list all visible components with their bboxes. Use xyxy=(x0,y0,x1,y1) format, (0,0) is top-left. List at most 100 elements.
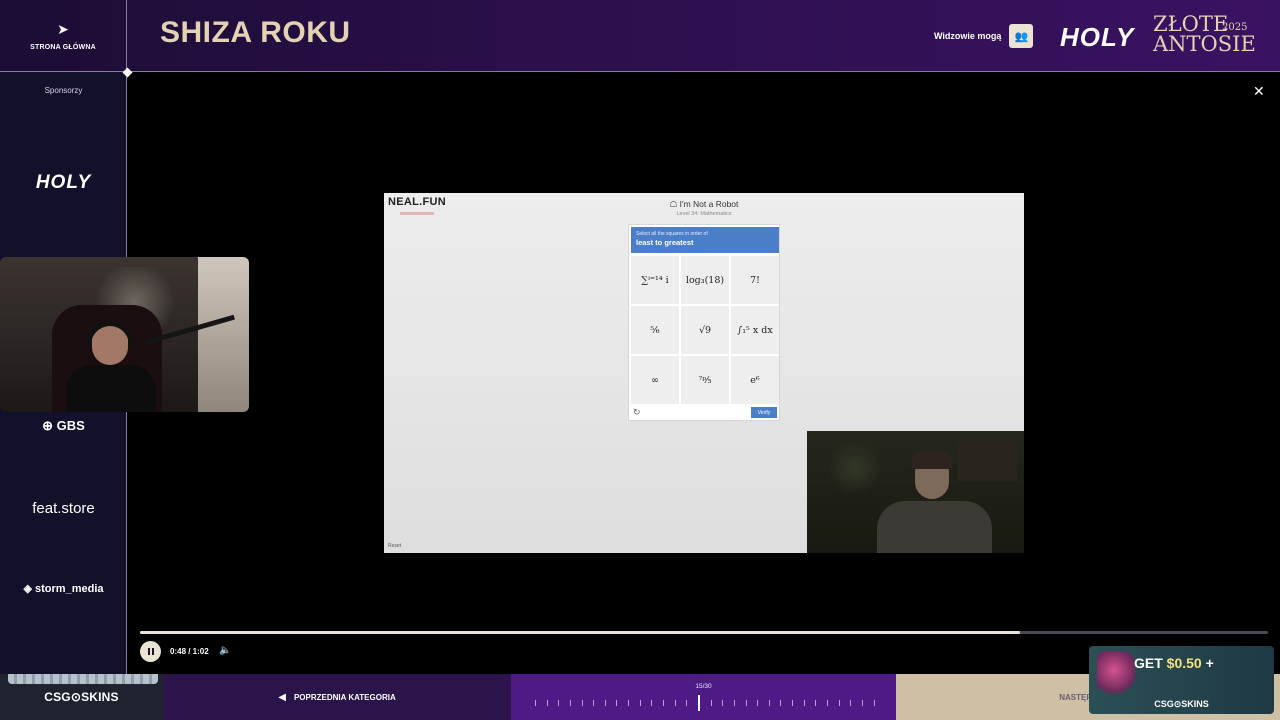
previous-category-label: POPRZEDNIA KATEGORIA xyxy=(293,692,396,702)
captcha-cell[interactable]: ∫₁⁵ x dx xyxy=(731,306,779,354)
category-tick xyxy=(815,700,817,706)
category-tick xyxy=(569,700,571,706)
sponsor-gbs-label: GBS xyxy=(56,418,85,433)
frost-decoration xyxy=(8,674,158,684)
event-logo: HOLY ZŁOTE ANTOSIE 2025 xyxy=(1060,12,1260,60)
captcha-cell[interactable]: ∞ xyxy=(631,356,679,404)
users-icon: 👥 xyxy=(1014,30,1029,43)
category-tick xyxy=(651,700,653,706)
category-tick xyxy=(581,700,583,706)
game-title-text: I'm Not a Robot xyxy=(679,199,739,209)
category-tick xyxy=(710,700,712,706)
captcha-footer: ↻ Verify xyxy=(631,407,779,421)
captcha-instruction: Select all the squares in order of xyxy=(636,231,708,237)
viewers-label: Widzowie mogą xyxy=(934,31,1002,41)
category-tick xyxy=(674,700,676,706)
category-tick xyxy=(663,700,665,706)
cam-person-body xyxy=(66,365,156,412)
app-root: ➤ STRONA GŁÓWNA SHIZA ROKU Widzowie mogą… xyxy=(0,0,1280,720)
back-arrow-icon: ➤ xyxy=(57,21,69,37)
ad-amount: $0.50 xyxy=(1166,655,1202,671)
captcha-cell[interactable]: ⁵⁄₆ xyxy=(631,306,679,354)
category-tick xyxy=(827,700,829,706)
category-tick xyxy=(593,700,595,706)
brand-holy: HOLY xyxy=(1060,22,1135,52)
category-tick xyxy=(722,700,724,706)
category-tick xyxy=(639,700,641,706)
viewers-button[interactable]: 👥 xyxy=(1009,24,1034,48)
pause-icon-bar xyxy=(151,648,154,655)
category-tick xyxy=(873,700,875,706)
captcha-header: Select all the squares in order of least… xyxy=(631,227,779,253)
category-tick xyxy=(733,700,735,706)
game-level: Level 34: Mathematics xyxy=(676,211,732,217)
close-icon[interactable]: ✕ xyxy=(1253,83,1265,100)
csg-skins-banner[interactable]: CSG⊙SKINS xyxy=(0,674,163,720)
category-tick xyxy=(803,700,805,706)
captcha-cell[interactable]: log₃(18) xyxy=(681,256,729,304)
cam-wall xyxy=(198,257,249,412)
category-tick xyxy=(546,700,548,706)
refresh-icon[interactable]: ↻ xyxy=(633,407,641,418)
cam2-person-body xyxy=(877,501,992,553)
captcha-box: Select all the squares in order of least… xyxy=(628,224,780,421)
cam2-person-hair xyxy=(911,451,953,469)
streamer-webcam xyxy=(0,257,249,412)
gbs-icon: ⊕ xyxy=(42,418,54,433)
sponsor-storm-media[interactable]: ◈ storm_media xyxy=(0,582,127,595)
ad-brand: CSG⊙SKINS xyxy=(1154,699,1209,709)
captcha-cell[interactable]: 7! xyxy=(731,256,779,304)
category-tick xyxy=(838,700,840,706)
video-progress-fill xyxy=(140,631,1020,634)
sponsor-feat-store[interactable]: feat.store xyxy=(0,500,127,517)
arrow-left-icon: ◀ xyxy=(278,691,286,703)
verify-button[interactable]: Verify xyxy=(751,407,777,418)
home-label: STRONA GŁÓWNA xyxy=(30,44,96,51)
top-header: ➤ STRONA GŁÓWNA SHIZA ROKU Widzowie mogą… xyxy=(0,0,1280,72)
cam2-plant xyxy=(825,443,885,493)
category-tick xyxy=(792,700,794,706)
category-tick xyxy=(745,700,747,706)
csg-skins-ad[interactable]: GET $0.50 + CSG⊙SKINS xyxy=(1089,646,1274,714)
category-tick xyxy=(686,700,688,706)
sponsors-heading: Sponsorzy xyxy=(44,86,83,95)
bottom-bar: CSG⊙SKINS ◀ POPRZEDNIA KATEGORIA 15/30 N… xyxy=(0,674,1280,720)
captcha-instruction-bold: least to greatest xyxy=(636,238,694,247)
category-tick xyxy=(757,700,759,706)
game-title: ☖ I'm Not a Robot xyxy=(384,199,1024,210)
robot-icon: ☖ xyxy=(669,199,678,209)
sponsor-gbs[interactable]: ⊕ GBS xyxy=(0,418,127,434)
category-tick xyxy=(535,700,536,706)
pause-icon-bar xyxy=(147,648,150,655)
category-tick xyxy=(850,700,852,706)
captcha-cell[interactable]: ∑ⁱ⁼¹⁴ i xyxy=(631,256,679,304)
captcha-cell[interactable]: ⁷ᵖ⁄₅ xyxy=(681,356,729,404)
brand-zlote-antosie: ZŁOTE ANTOSIE xyxy=(1153,14,1256,56)
page-title: SHIZA ROKU xyxy=(160,16,351,49)
category-tick xyxy=(768,700,770,706)
category-tick xyxy=(604,700,606,706)
ad-plus: + xyxy=(1205,655,1214,671)
captcha-cell[interactable]: √9 xyxy=(681,306,729,354)
previous-category-button[interactable]: ◀ POPRZEDNIA KATEGORIA xyxy=(163,674,511,720)
ad-get: GET xyxy=(1134,655,1163,671)
category-tick xyxy=(861,700,863,706)
volume-icon[interactable]: 🔈 xyxy=(219,645,231,656)
reset-link[interactable]: Reset xyxy=(388,543,401,549)
csg-skins-label: CSG⊙SKINS xyxy=(44,690,119,704)
home-button[interactable]: ➤ STRONA GŁÓWNA xyxy=(0,0,127,72)
brand-antosie: ANTOSIE xyxy=(1153,32,1256,56)
player-webcam xyxy=(807,431,1024,553)
pause-button[interactable] xyxy=(140,641,161,662)
category-tick xyxy=(558,700,560,706)
captcha-grid: ∑ⁱ⁼¹⁴ i log₃(18) 7! ⁵⁄₆ √9 ∫₁⁵ x dx ∞ ⁷ᵖ… xyxy=(631,256,779,404)
viewers-control: Widzowie mogą 👥 xyxy=(934,24,1034,48)
sponsor-storm-label: storm_media xyxy=(35,583,104,595)
category-counter: 15/30 xyxy=(695,683,712,690)
video-progress-bar[interactable] xyxy=(140,631,1268,634)
captcha-cell[interactable]: e⁶ xyxy=(731,356,779,404)
sponsor-holy[interactable]: HOLY xyxy=(0,172,127,194)
category-tick xyxy=(628,700,630,706)
video-time: 0:48 / 1:02 xyxy=(170,647,209,656)
category-ticks xyxy=(535,695,875,711)
